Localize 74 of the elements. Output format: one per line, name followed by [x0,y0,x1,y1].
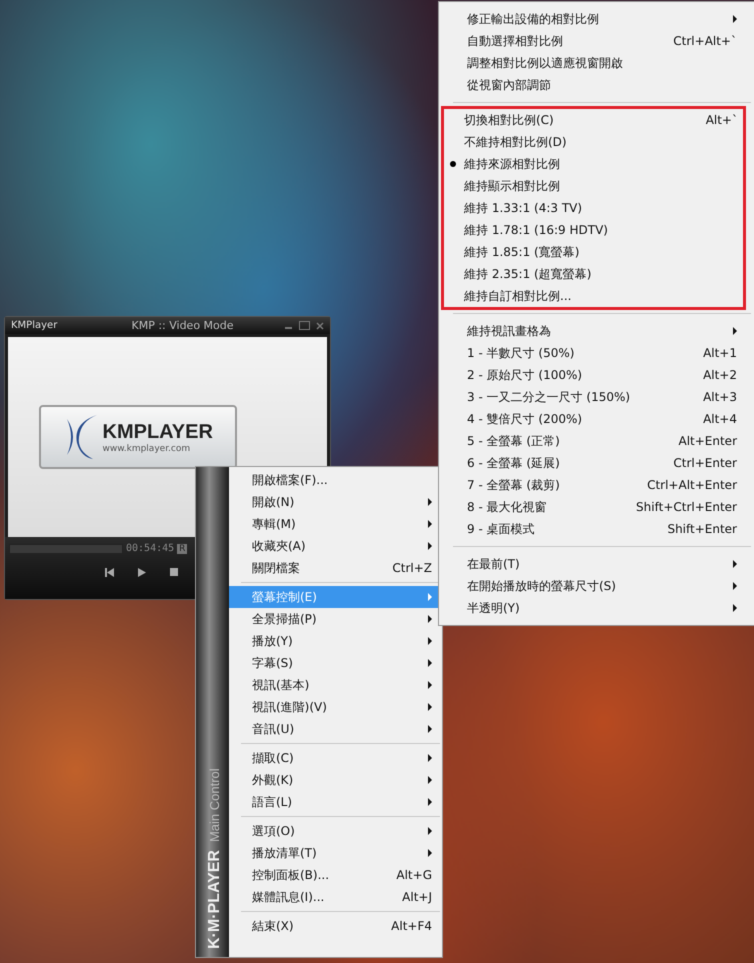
menu-item[interactable]: 擷取(C) [229,747,442,769]
stop-button[interactable] [170,568,178,577]
shortcut-text: Alt+J [402,890,432,904]
shortcut-text: Shift+Ctrl+Enter [636,500,737,514]
shortcut-text: Alt+F4 [391,919,432,933]
menu-item[interactable]: 7 - 全螢幕 (裁剪) Ctrl+Alt+Enter [444,474,750,496]
menu-item[interactable]: 播放(Y) [229,630,442,652]
menu-item[interactable]: 維持 1.85:1 (寬螢幕) [444,241,743,263]
shortcut-text: Alt+G [396,868,432,882]
menu-item[interactable]: 維持 1.78:1 (16:9 HDTV) [444,219,743,241]
menu-item[interactable]: 在最前(T) [444,553,750,575]
menu-item[interactable]: 3 - 一又二分之一尺寸 (150%) Alt+3 [444,386,750,408]
menu-item[interactable]: 維持 2.35:1 (超寬螢幕) [444,263,743,285]
menu-item[interactable]: 5 - 全螢幕 (正常) Alt+Enter [444,430,750,452]
shortcut-text: Ctrl+Z [392,561,432,575]
window-title: KMP :: Video Mode [130,319,235,332]
menu-item[interactable]: 開啟檔案(F)... [229,469,442,491]
menu-item[interactable]: 視訊(基本) [229,674,442,696]
menu-item[interactable]: 播放清單(T) [229,842,442,864]
menu-item[interactable]: 外觀(K) [229,769,442,791]
repeat-badge: R [177,544,188,554]
menu-item[interactable]: 關閉檔案 Ctrl+Z [229,557,442,579]
menu-item[interactable]: 6 - 全螢幕 (延展) Ctrl+Enter [444,452,750,474]
menu-item[interactable]: 開啟(N) [229,491,442,513]
menu-item[interactable]: 切換相對比例(C) Alt+` [444,109,743,131]
shortcut-text: Ctrl+Alt+` [673,34,737,48]
menu-item[interactable]: 維持 1.33:1 (4:3 TV) [444,197,743,219]
logo-url: www.kmplayer.com [102,444,192,454]
menu-item[interactable]: 2 - 原始尺寸 (100%) Alt+2 [444,364,750,386]
banner-caption: Main Control [206,768,222,842]
menu-item[interactable]: 音訊(U) [229,718,442,740]
menu-item[interactable]: 維持來源相對比例 [444,153,743,175]
menu-item[interactable]: 結束(X) Alt+F4 [229,915,442,937]
menu-item[interactable]: 字幕(S) [229,652,442,674]
shortcut-text: Ctrl+Enter [673,456,737,470]
shortcut-text: Alt+Enter [678,434,737,448]
menu-item[interactable]: 維持視訊畫格為 [444,320,750,342]
close-icon[interactable] [316,322,324,330]
menu-item[interactable]: 維持自訂相對比例... [444,285,743,307]
menu-item[interactable]: 修正輸出設備的相對比例 [444,8,750,30]
menu-item[interactable]: 收藏夾(A) [229,535,442,557]
menu-item[interactable]: 在開始播放時的螢幕尺寸(S) [444,575,750,597]
menu-item[interactable]: 視訊(進階)(V) [229,696,442,718]
menu-item[interactable]: 維持顯示相對比例 [444,175,743,197]
play-button[interactable] [138,568,146,577]
shortcut-text: Alt+4 [703,412,737,426]
menu-item[interactable]: 8 - 最大化視窗 Shift+Ctrl+Enter [444,496,750,518]
menu-item[interactable]: 自動選擇相對比例 Ctrl+Alt+` [444,30,750,52]
menu-item[interactable]: 4 - 雙倍尺寸 (200%) Alt+4 [444,408,750,430]
time-display: 00:54:45 [126,543,174,554]
previous-button[interactable] [105,568,114,577]
menu-item[interactable]: 調整相對比例以適應視窗開啟 [444,52,750,74]
menu-item[interactable]: 語言(L) [229,791,442,813]
menu-item[interactable]: 半透明(Y) [444,597,750,619]
app-name: KMPlayer [11,320,58,331]
shortcut-text: Alt+` [706,113,738,127]
menu-item[interactable]: 1 - 半數尺寸 (50%) Alt+1 [444,342,750,364]
shortcut-text: Alt+1 [703,346,737,360]
brand-text: K·M·PLAYER [206,850,224,949]
menu-item[interactable]: 不維持相對比例(D) [444,131,743,153]
maximize-icon[interactable] [299,321,310,330]
menu-item[interactable]: 全景掃描(P) [229,608,442,630]
shortcut-text: Alt+2 [703,368,737,382]
shortcut-text: Ctrl+Alt+Enter [647,478,737,492]
menu-item[interactable]: 專輯(M) [229,513,442,535]
menu-item[interactable]: 從視窗內部調節 [444,74,750,96]
menu-item[interactable]: 9 - 桌面模式 Shift+Enter [444,518,750,540]
menu-item[interactable]: 選項(O) [229,820,442,842]
shortcut-text: Shift+Enter [667,522,737,536]
menu-item[interactable]: 控制面板(B)... Alt+G [229,864,442,886]
menu-item[interactable]: 媒體訊息(I)... Alt+J [229,886,442,908]
seek-track[interactable] [9,544,123,554]
logo-text: KMPLAYER [102,420,213,444]
shortcut-text: Alt+3 [703,390,737,404]
